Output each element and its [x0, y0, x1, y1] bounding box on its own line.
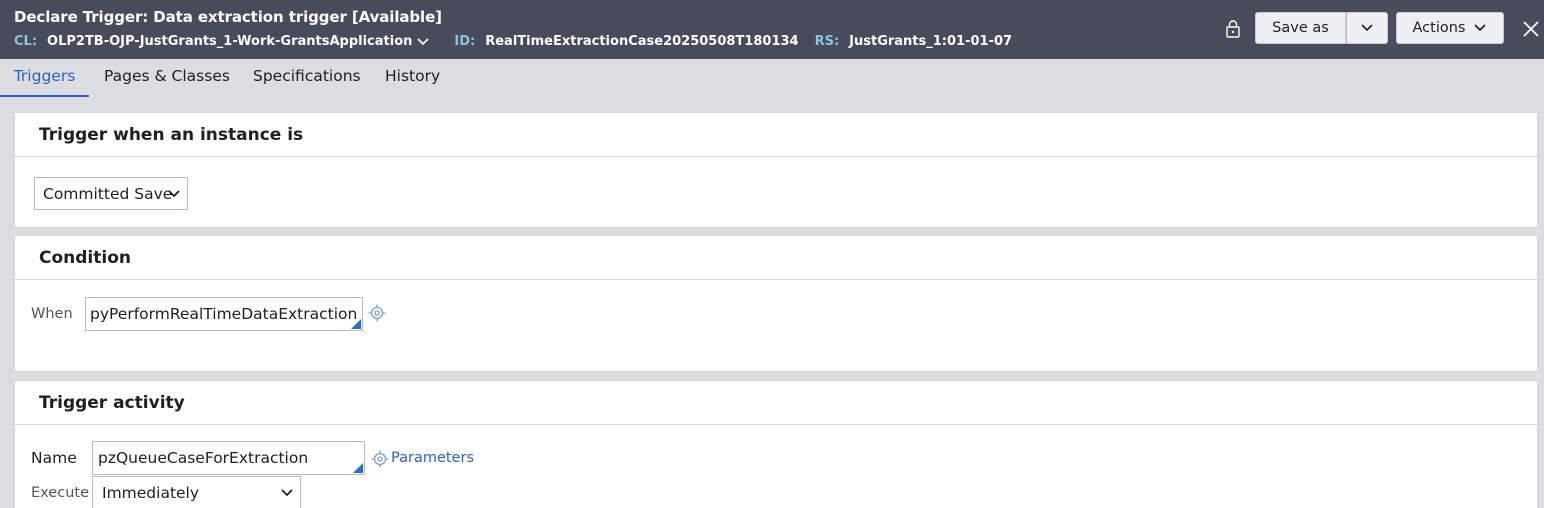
chevron-down-icon: [281, 489, 293, 497]
tab-triggers[interactable]: Triggers: [0, 59, 89, 97]
lock-icon: [1226, 20, 1240, 38]
when-input[interactable]: pyPerformRealTimeDataExtraction: [85, 297, 363, 331]
save-as-button[interactable]: Save as: [1255, 12, 1346, 44]
chevron-down-icon: [1361, 24, 1373, 32]
tab-bar: Triggers Pages & Classes Specifications …: [0, 59, 1544, 97]
trigger-activity-panel: Trigger activity Name pzQueueCaseForExtr…: [14, 380, 1538, 508]
chevron-down-icon[interactable]: [416, 36, 430, 48]
execute-value: Immediately: [102, 484, 200, 502]
trigger-when-value: Committed Save: [43, 184, 173, 203]
tab-history[interactable]: History: [385, 59, 440, 97]
rs-value: JustGrants_1:01-01-07: [849, 34, 1013, 49]
rs-label: RS:: [814, 34, 840, 49]
name-label: Name: [31, 449, 77, 467]
trigger-when-panel: Trigger when an instance is Committed Sa…: [14, 112, 1538, 228]
tab-specifications[interactable]: Specifications: [253, 59, 361, 97]
execute-select[interactable]: Immediately: [92, 476, 301, 508]
trigger-when-select[interactable]: Committed Save: [34, 177, 188, 210]
id-value: RealTimeExtractionCase20250508T180134: [485, 34, 799, 49]
close-icon[interactable]: [1521, 19, 1541, 39]
autocomplete-corner-icon: [353, 463, 363, 473]
when-value: pyPerformRealTimeDataExtraction: [90, 305, 358, 323]
when-label: When: [31, 306, 73, 322]
condition-heading: Condition: [15, 236, 1537, 280]
actions-label: Actions: [1412, 20, 1466, 36]
page-title: Declare Trigger: Data extraction trigger…: [14, 8, 442, 26]
activity-name-input[interactable]: pzQueueCaseForExtraction: [92, 441, 365, 475]
chevron-down-icon: [1474, 24, 1487, 32]
rule-meta: CL: OLP2TB-OJP-JustGrants_1-Work-GrantsA…: [14, 34, 1012, 49]
trigger-activity-heading: Trigger activity: [15, 381, 1537, 425]
header-bar: Declare Trigger: Data extraction trigger…: [0, 0, 1544, 59]
autocomplete-corner-icon: [351, 319, 361, 329]
cl-label: CL:: [14, 34, 38, 49]
cl-value[interactable]: OLP2TB-OJP-JustGrants_1-Work-GrantsAppli…: [47, 34, 412, 49]
condition-panel: Condition When pyPerformRealTimeDataExtr…: [14, 235, 1538, 372]
parameters-link[interactable]: Parameters: [391, 450, 474, 466]
tab-pages-classes[interactable]: Pages & Classes: [104, 59, 230, 97]
activity-name-value: pzQueueCaseForExtraction: [98, 449, 309, 467]
chevron-down-icon: [168, 189, 180, 197]
id-label: ID:: [454, 34, 476, 49]
actions-button[interactable]: Actions: [1396, 12, 1504, 44]
execute-label: Execute: [31, 485, 89, 501]
trigger-when-heading: Trigger when an instance is: [15, 113, 1537, 157]
save-as-menu-button[interactable]: [1346, 12, 1388, 44]
crosshair-icon[interactable]: [368, 304, 386, 322]
crosshair-icon[interactable]: [371, 450, 389, 468]
